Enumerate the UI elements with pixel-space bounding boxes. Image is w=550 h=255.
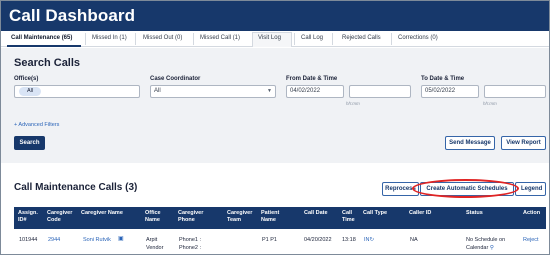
cell-call-time: 13:18 [342,237,356,243]
phone-in-icon: ↻ [369,237,375,243]
advanced-filters-link[interactable]: + Advanced Filters [14,122,59,128]
from-date-value: 04/02/2022 [290,88,321,94]
id-card-icon[interactable]: ▣ [118,235,124,242]
column-header-caregiver-phone[interactable]: Caregiver Phone [178,210,203,224]
active-tab-indicator [7,45,81,47]
tab-call-log[interactable]: Call Log [301,35,323,41]
column-header-status[interactable]: Status [466,210,483,217]
column-header-caregiver-team[interactable]: Caregiver Team [227,210,252,224]
tab-visit-log[interactable]: Visit Log [258,35,281,41]
app-header: Call Dashboard [1,1,549,31]
column-header-call-time[interactable]: Call Time [342,210,355,224]
tab-divider [135,33,136,45]
tab-divider [332,33,333,45]
call-dashboard-page: Call Dashboard Call Maintenance (65) Mis… [0,0,550,255]
cell-call-date: 04/20/2022 [304,237,332,243]
search-button[interactable]: Search [14,136,45,150]
column-header-call-date[interactable]: Call Date [304,210,328,217]
cell-call-type[interactable]: IN↻ [364,236,374,244]
call-maintenance-calls-title: Call Maintenance Calls (3) [14,182,138,193]
cell-caregiver-code[interactable]: 2944 [48,236,60,244]
send-message-button[interactable]: Send Message [445,136,495,150]
cell-office-name: Arpit Vendor [146,237,164,251]
cell-caller-id: NA [410,237,418,243]
column-header-call-type[interactable]: Call Type [363,210,387,217]
cell-status: No Schedule on Calendar ⚲ [466,237,506,251]
column-header-patient-name[interactable]: Patient Name [261,210,279,224]
to-time-input[interactable] [484,85,546,98]
cell-assign-id: 101944 [19,237,38,243]
office-label: Office(s) [14,76,39,82]
tab-divider [85,33,86,45]
highlight-annotation [412,179,519,198]
to-date-value: 05/02/2022 [425,88,456,94]
office-chip-all[interactable]: All [19,87,41,96]
from-time-input[interactable] [349,85,411,98]
tab-rejected-calls[interactable]: Rejected Calls [342,35,381,41]
cell-patient-name: P1 P1 [262,237,277,243]
tab-call-maintenance[interactable]: Call Maintenance (65) [11,35,72,41]
cell-caregiver-phone: Phone1 : Phone2 : [179,237,202,251]
cell-caregiver-name[interactable]: Soni Rutvik [83,236,111,244]
tab-missed-call[interactable]: Missed Call (1) [200,35,240,41]
column-header-caregiver-code[interactable]: Caregiver Code [47,210,72,224]
column-header-assign-id[interactable]: Assign. ID# [18,210,38,224]
reject-link[interactable]: Reject [523,236,539,244]
case-coordinator-select[interactable] [150,85,276,98]
tab-missed-out[interactable]: Missed Out (0) [143,35,182,41]
column-header-caller-id[interactable]: Caller ID [409,210,431,217]
to-date-label: To Date & Time [421,76,465,82]
column-header-action[interactable]: Action [523,210,540,217]
tab-divider [193,33,194,45]
search-calls-title: Search Calls [14,57,81,69]
tab-missed-in[interactable]: Missed In (1) [92,35,127,41]
chevron-down-icon: ▼ [267,88,272,94]
case-coordinator-value: All [154,88,161,94]
legend-button[interactable]: Legend [515,182,546,196]
from-date-label: From Date & Time [286,76,338,82]
tab-divider [391,33,392,45]
page-title: Call Dashboard [9,6,136,25]
location-pin-icon[interactable]: ⚲ [490,245,494,251]
tab-divider [294,33,295,45]
column-header-office-name[interactable]: Office Name [145,210,161,224]
case-coordinator-label: Case Coordinator [150,76,201,82]
from-time-hint: hh:mm [346,101,360,106]
to-time-hint: hh:mm [483,101,497,106]
tab-corrections[interactable]: Corrections (0) [398,35,438,41]
view-report-button[interactable]: View Report [501,136,546,150]
column-header-caregiver-name[interactable]: Caregiver Name [81,210,123,217]
